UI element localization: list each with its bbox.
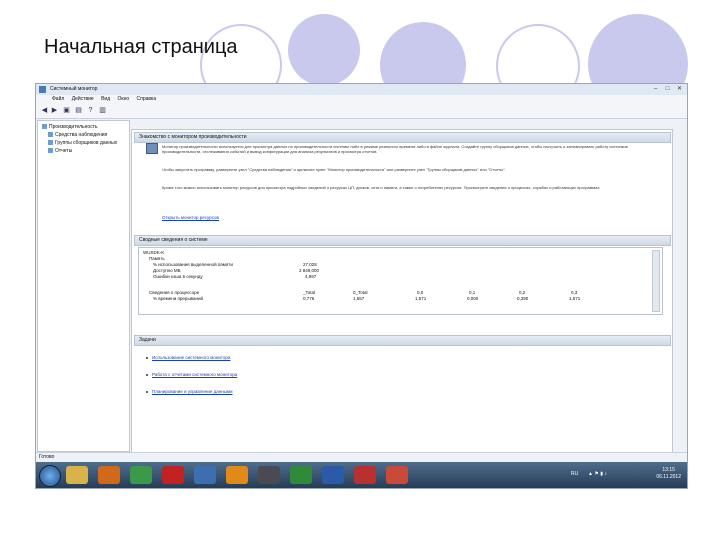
main-pane: Знакомство с монитором производительност…	[131, 129, 673, 456]
window-icon[interactable]	[258, 466, 280, 484]
cpu-col-header: 0_Total	[353, 290, 368, 295]
close-icon[interactable]: ✕	[674, 85, 685, 93]
cpu-value: 1,571	[569, 296, 581, 301]
forward-icon[interactable]: ▶	[50, 107, 59, 115]
performance-monitor-window: Системный монитор – □ ✕ Файл Действие Ви…	[35, 83, 688, 489]
overview-text-2: Чтобы запустить программу, разверните уз…	[162, 167, 506, 172]
cpu-row-label: % времени прерываний	[153, 296, 204, 301]
bullet-icon	[146, 373, 148, 376]
tree-item-monitoring-tools[interactable]: Средства наблюдения	[48, 132, 107, 138]
tray-icons[interactable]: ▲ ⚑ ▮ ♪	[588, 471, 607, 477]
overview-header[interactable]: Знакомство с монитором производительност…	[134, 132, 671, 143]
memory-group: Память	[149, 256, 165, 261]
overview-text-3: Кроме того можно использовать монитор ре…	[162, 185, 601, 190]
summary-table: WUSDK-K Память % использования выделенно…	[138, 247, 663, 315]
start-button[interactable]	[39, 465, 61, 487]
menu-bar: Файл Действие Вид Окно Справка	[36, 95, 687, 104]
language-indicator[interactable]: RU	[571, 471, 578, 477]
back-icon[interactable]: ◀	[40, 107, 49, 115]
memory-row-label: % использования выделенной памяти	[153, 262, 233, 267]
task-link[interactable]: Работа с отчетами системного монитора	[146, 372, 237, 377]
cpu-col-header: 0,3	[571, 290, 578, 295]
show-hide-tree-icon[interactable]: ▤	[74, 107, 83, 115]
bullet-icon	[146, 356, 148, 359]
minimize-icon[interactable]: –	[650, 85, 661, 93]
cpu-value: 0,776	[303, 296, 315, 301]
summary-header[interactable]: Сводные сведения о системе	[134, 235, 671, 246]
summary-scrollbar[interactable]	[652, 250, 660, 312]
folder-icon	[48, 132, 53, 138]
up-icon[interactable]: ▣	[62, 107, 71, 115]
utorrent-icon[interactable]	[290, 466, 312, 484]
menu-help[interactable]: Справка	[137, 95, 157, 104]
cpu-value: 1,557	[353, 296, 365, 301]
tree-item-data-collector-sets[interactable]: Группы сборщиков данных	[48, 140, 117, 146]
cpu-value: 0,390	[517, 296, 529, 301]
cpu-value: 0,000	[467, 296, 479, 301]
task-link[interactable]: Планирование и управление данными	[146, 389, 233, 394]
media-player-icon[interactable]	[98, 466, 120, 484]
taskbar: RU ▲ ⚑ ▮ ♪ 13:15 06.11.2012	[36, 462, 687, 488]
cpu-col-header: 0,0	[417, 290, 424, 295]
open-resource-monitor-link[interactable]: Открыть монитор ресурсов	[162, 215, 219, 220]
help-icon[interactable]: ?	[86, 107, 95, 115]
word-icon[interactable]	[322, 466, 344, 484]
memory-row-label: Доступно МБ	[153, 268, 181, 273]
clock-time: 13:15	[662, 467, 675, 473]
clock-date: 06.11.2012	[656, 474, 681, 480]
app-icon[interactable]	[194, 466, 216, 484]
cpu-col-header: _Total	[303, 290, 316, 295]
cpu-group: Сведения о процессоре	[149, 290, 200, 295]
tree-item-reports[interactable]: Отчеты	[48, 148, 72, 154]
window-title: Системный монитор	[50, 86, 98, 92]
memory-row-value: 27,028	[303, 262, 317, 267]
tree-item-performance[interactable]: Производительность	[42, 124, 98, 130]
pdf-icon[interactable]	[354, 466, 376, 484]
memory-row-value: 4,997	[305, 274, 317, 279]
report-icon	[48, 148, 53, 154]
menu-view[interactable]: Вид	[101, 95, 110, 104]
clock[interactable]: 13:15 06.11.2012	[656, 467, 681, 481]
vlc-icon[interactable]	[226, 466, 248, 484]
chrome-icon[interactable]	[130, 466, 152, 484]
navigation-tree: Производительность Средства наблюдения Г…	[37, 120, 130, 452]
bullet-icon	[146, 390, 148, 393]
maximize-icon[interactable]: □	[662, 85, 673, 93]
performance-icon	[42, 124, 47, 130]
memory-row-value: 2 849,000	[299, 268, 320, 273]
opera-icon[interactable]	[162, 466, 184, 484]
title-bar: Системный монитор – □ ✕	[36, 84, 687, 95]
performance-monitor-taskbar-icon[interactable]	[386, 466, 408, 484]
status-bar: Готово	[36, 452, 687, 462]
task-link[interactable]: Использование системного монитора	[146, 355, 230, 360]
explorer-icon[interactable]	[66, 466, 88, 484]
menu-window[interactable]: Окно	[118, 95, 130, 104]
toolbar: ◀ ▶ ▣ ▤ ? ▥	[36, 104, 687, 119]
decor-circle	[288, 14, 360, 86]
status-text: Готово	[39, 454, 55, 460]
cpu-value: 1,571	[415, 296, 427, 301]
cpu-col-header: 0,1	[469, 290, 476, 295]
slide-title: Начальная страница	[44, 36, 238, 58]
properties-icon[interactable]: ▥	[98, 107, 107, 115]
folder-icon	[48, 140, 53, 146]
tasks-header[interactable]: Задачи	[134, 335, 671, 346]
memory-row-label: Ошибки кэша в секунду	[153, 274, 203, 279]
menu-file[interactable]: Файл	[52, 95, 64, 104]
menu-action[interactable]: Действие	[72, 95, 94, 104]
app-icon	[39, 86, 46, 93]
monitor-icon	[146, 143, 158, 154]
cpu-col-header: 0,2	[519, 290, 526, 295]
machine-name: WUSDK-K	[143, 250, 165, 255]
overview-text-1: Монитор производительности используется …	[162, 144, 628, 154]
